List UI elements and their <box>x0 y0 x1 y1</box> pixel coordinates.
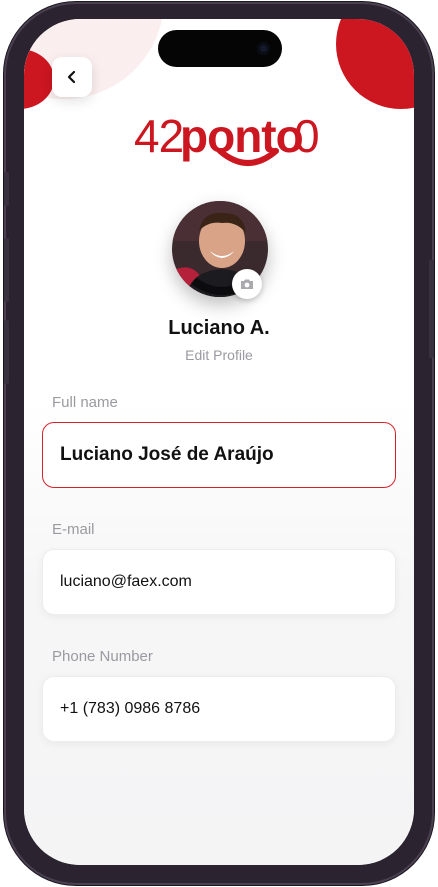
chevron-left-icon <box>67 70 76 84</box>
logo-number: 42 <box>134 110 184 162</box>
camera-icon <box>241 279 253 289</box>
dynamic-island <box>158 30 282 67</box>
email-label: E-mail <box>52 521 95 538</box>
email-field[interactable]: luciano@faex.com <box>42 549 396 615</box>
profile-name: Luciano A. <box>168 317 270 339</box>
change-photo-button[interactable] <box>232 269 262 299</box>
phone-value: +1 (783) 0986 8786 <box>60 700 201 717</box>
front-camera <box>257 42 270 55</box>
phone-field[interactable]: +1 (783) 0986 8786 <box>42 676 396 742</box>
decorative-blob-red-right <box>336 19 414 109</box>
volume-up-button <box>4 238 9 302</box>
logo-suffix: 0 <box>294 110 320 162</box>
volume-down-button <box>4 320 9 384</box>
app-screen: 42 ponto 0 Luciano A. Edit Profile Full … <box>24 19 414 865</box>
brand-logo: 42 ponto 0 <box>134 109 320 179</box>
avatar-container[interactable] <box>172 201 268 299</box>
power-button <box>429 260 434 358</box>
back-button[interactable] <box>52 57 92 97</box>
edit-profile-link[interactable]: Edit Profile <box>24 347 414 363</box>
action-button <box>4 172 9 206</box>
smile-icon <box>217 148 279 166</box>
phone-label: Phone Number <box>52 648 153 665</box>
full-name-label: Full name <box>52 394 118 411</box>
full-name-field[interactable]: Luciano José de Araújo <box>42 422 396 488</box>
full-name-value: Luciano José de Araújo <box>60 444 274 465</box>
email-value: luciano@faex.com <box>60 573 192 590</box>
